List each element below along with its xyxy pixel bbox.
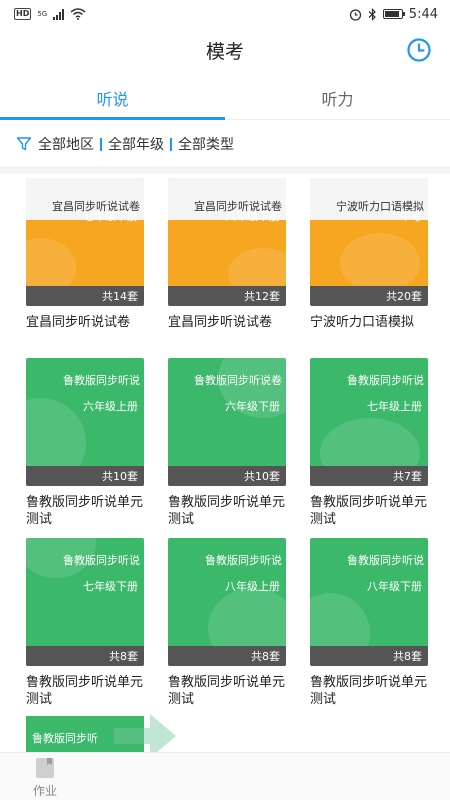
paper-card[interactable]: 鲁教版同步听说 八年级下册 共8套 鲁教版同步听说单元测试 xyxy=(310,538,428,708)
set-count-text: 共8套 xyxy=(393,650,422,663)
set-count: 共8套 xyxy=(168,646,286,666)
set-count: 共8套 xyxy=(310,646,428,666)
paper-card[interactable]: 鲁教版同步听说 七年级下册 共8套 鲁教版同步听说单元测试 xyxy=(26,538,144,708)
network-type-label: 5G xyxy=(37,10,48,18)
battery-icon xyxy=(382,9,405,19)
cover-title: 鲁教版同步听说 xyxy=(205,554,282,567)
set-count: 共10套 xyxy=(26,466,144,486)
cover-title: 鲁教版同步听说 xyxy=(347,374,424,387)
paper-title: 宜昌同步听说试卷 xyxy=(26,315,131,330)
cover-title: 鲁教版同步听说卷 xyxy=(194,374,282,387)
set-count: 共20套 xyxy=(310,286,428,306)
cover-grade: 七年级下册 xyxy=(83,210,138,223)
set-count-text: 共10套 xyxy=(102,470,138,483)
cover-grade: 中考 xyxy=(400,210,422,223)
set-count: 共12套 xyxy=(168,286,286,306)
set-count-text: 共10套 xyxy=(244,470,280,483)
paper-card[interactable]: 鲁教版同步听说 七年级上册 共7套 鲁教版同步听说单元测试 xyxy=(310,358,428,528)
paper-cover: 鲁教版同步听说 六年级上册 共10套 xyxy=(26,358,144,486)
paper-cover: 鲁教版同步听说 七年级下册 共8套 xyxy=(26,538,144,666)
status-right: 5:44 xyxy=(349,7,438,22)
paper-cover: 鲁教版同步听说 八年级下册 共8套 xyxy=(310,538,428,666)
status-left: HD 5G xyxy=(14,8,86,20)
set-count: 共7套 xyxy=(310,466,428,486)
paper-title: 鲁教版同步听说单元测试 xyxy=(310,495,428,527)
set-count: 共14套 xyxy=(26,286,144,306)
homework-icon xyxy=(36,758,54,778)
filter-separator xyxy=(170,137,172,151)
tab-listening[interactable]: 听力 xyxy=(225,76,450,119)
paper-cover: 宜昌同步听说试卷 七年级下册 共14套 xyxy=(26,178,144,306)
cover-grade: 六年级下册 xyxy=(225,400,280,413)
cover-decoration xyxy=(340,233,420,293)
tab-bar: 听说 听力 xyxy=(0,76,450,120)
hd-badge: HD xyxy=(14,8,32,20)
paper-card[interactable]: 宜昌同步听说试卷 八年级下册 共12套 宜昌同步听说试卷 xyxy=(168,178,286,331)
bluetooth-icon xyxy=(368,7,376,21)
cover-grade: 六年级上册 xyxy=(83,400,138,413)
paper-title: 鲁教版同步听说单元测试 xyxy=(310,675,428,707)
status-time: 5:44 xyxy=(408,6,438,22)
cover-grade: 七年级上册 xyxy=(367,400,422,413)
filter-type[interactable]: 全部类型 xyxy=(178,134,234,154)
alarm-icon xyxy=(349,8,361,21)
cover-title: 鲁教版同步听说 xyxy=(63,554,140,567)
nav-label: 作业 xyxy=(32,784,57,798)
set-count-text: 共14套 xyxy=(102,290,138,303)
wifi-icon xyxy=(70,8,86,20)
cover-grade: 七年级下册 xyxy=(83,580,138,593)
set-count-text: 共7套 xyxy=(393,470,422,483)
cover-grade: 八年级上册 xyxy=(225,580,280,593)
page-title: 模考 xyxy=(205,40,244,63)
set-count-text: 共20套 xyxy=(386,290,422,303)
paper-title: 宁波听力口语模拟 xyxy=(310,315,415,330)
signal-icon xyxy=(53,8,65,20)
cover-grade: 八年级下册 xyxy=(225,210,280,223)
set-count-text: 共8套 xyxy=(251,650,280,663)
cover-title: 鲁教版同步听说 xyxy=(63,374,140,387)
app-header: 模考 xyxy=(0,28,450,72)
paper-card[interactable]: 鲁教版同步听说 六年级上册 共10套 鲁教版同步听说单元测试 xyxy=(26,358,144,528)
paper-cover: 鲁教版同步听说 七年级上册 共7套 xyxy=(310,358,428,486)
status-bar: HD 5G 5:44 xyxy=(0,0,450,28)
filter-icon[interactable] xyxy=(16,136,32,152)
paper-title: 鲁教版同步听说单元测试 xyxy=(26,495,144,527)
tab-label: 听力 xyxy=(321,89,354,109)
paper-title: 鲁教版同步听说单元测试 xyxy=(168,675,286,707)
section-divider xyxy=(0,166,450,174)
paper-cover: 鲁教版同步听说 八年级上册 共8套 xyxy=(168,538,286,666)
filter-separator xyxy=(100,137,102,151)
filter-grade[interactable]: 全部年级 xyxy=(108,134,164,154)
cover-title: 鲁教版同步听说 xyxy=(347,554,424,567)
tab-indicator xyxy=(0,117,225,120)
paper-cover: 鲁教版同步听说卷 六年级下册 共10套 xyxy=(168,358,286,486)
set-count: 共8套 xyxy=(26,646,144,666)
set-count-text: 共8套 xyxy=(109,650,138,663)
set-count: 共10套 xyxy=(168,466,286,486)
filter-region[interactable]: 全部地区 xyxy=(38,134,94,154)
filter-bar: 全部地区 全部年级 全部类型 xyxy=(0,130,450,158)
paper-cover: 宜昌同步听说试卷 八年级下册 共12套 xyxy=(168,178,286,306)
paper-card[interactable]: 宜昌同步听说试卷 七年级下册 共14套 宜昌同步听说试卷 xyxy=(26,178,144,331)
paper-card[interactable]: 鲁教版同步听说卷 六年级下册 共10套 鲁教版同步听说单元测试 xyxy=(168,358,286,528)
bottom-nav: 作业 xyxy=(0,752,450,800)
paper-title: 鲁教版同步听说单元测试 xyxy=(168,495,286,527)
paper-card[interactable]: 鲁教版同步听说 八年级上册 共8套 鲁教版同步听说单元测试 xyxy=(168,538,286,708)
tab-listening-speaking[interactable]: 听说 xyxy=(0,76,225,119)
paper-title: 宜昌同步听说试卷 xyxy=(168,315,273,330)
tab-label: 听说 xyxy=(96,89,129,109)
cover-grade: 八年级下册 xyxy=(367,580,422,593)
cover-title: 鲁教版同步听 xyxy=(32,732,98,745)
nav-homework[interactable]: 作业 xyxy=(22,757,68,799)
paper-card[interactable]: 宁波听力口语模拟 中考 共20套 宁波听力口语模拟 xyxy=(310,178,428,331)
set-count-text: 共12套 xyxy=(244,290,280,303)
clock-icon[interactable] xyxy=(406,37,432,63)
paper-cover: 宁波听力口语模拟 中考 共20套 xyxy=(310,178,428,306)
